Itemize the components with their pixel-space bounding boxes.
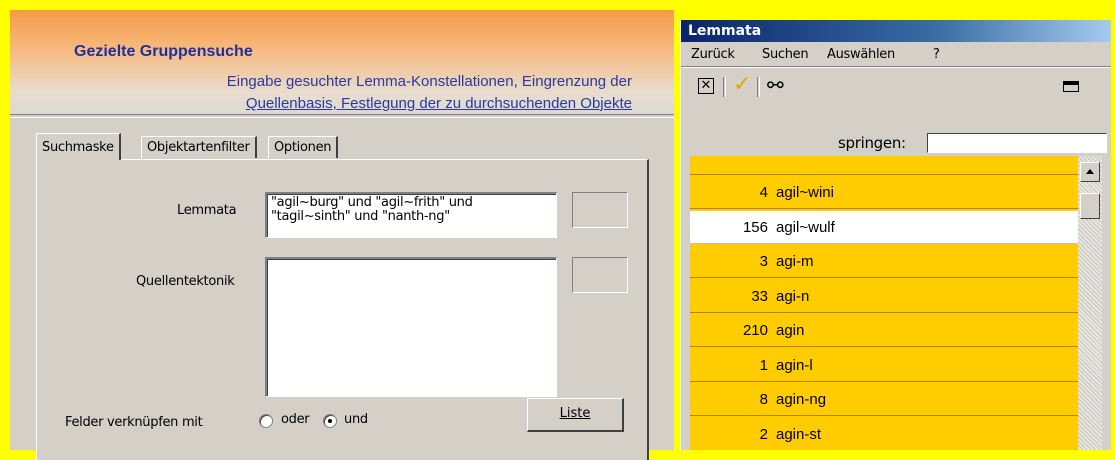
lemmata-value-line2: "tagil~sinth" und "nanth-ng" [271,209,450,224]
scroll-up-button[interactable] [1080,162,1100,182]
list-item[interactable]: 33 agi-n [690,279,1078,313]
list-item-count: 1 [759,356,768,374]
radio-selected-dot [328,419,332,423]
tab-objektartenfilter[interactable]: Objektartenfilter [141,136,257,158]
list-item-lemma: agi-n [776,287,810,305]
list-item-count: 4 [759,184,768,201]
liste-button[interactable]: Liste [527,398,624,432]
lemmata-side-box [572,192,628,228]
lemma-list[interactable]: 4 agil~wini 156 agil~wulf 3 agi-m 33 agi-n 210 ag… [690,156,1078,450]
lemmata-label: Lemmata [177,203,237,218]
radio-und-label[interactable]: und [344,412,368,427]
list-item[interactable]: 156 agil~wulf [690,210,1078,244]
list-item-count: 210 [742,322,768,339]
list-item-lemma: agin-ng [776,391,827,408]
springen-input[interactable] [927,133,1107,153]
toolbar: ✕ ✓ ⚯ [681,68,1111,104]
radio-oder[interactable] [259,414,273,428]
quellentektonik-side-box [572,257,628,293]
quellentektonik-input[interactable] [265,257,557,397]
panel-description-line1: Eingabe gesuchter Lemma-Konstellationen,… [226,73,632,90]
toolbar-separator [757,77,760,97]
list-item[interactable]: 1 agin-l [690,348,1078,382]
list-item-count: 3 [759,253,768,270]
list-item-count: 156 [742,218,768,236]
toolbar-separator [723,77,726,97]
tab-suchmaske[interactable]: Suchmaske [36,133,121,160]
arrow-up-icon [1086,169,1094,174]
close-icon[interactable]: ✕ [698,78,714,94]
menu-zurueck[interactable]: Zurück [691,47,735,62]
springen-label: springen: [838,134,906,152]
header-divider [10,114,674,118]
list-item-lemma: agil~wulf [776,218,835,236]
radio-und[interactable] [323,414,337,428]
list-item-lemma: agin-st [776,425,822,443]
list-item[interactable]: 2 agin-st [690,417,1078,450]
vertical-scrollbar[interactable] [1078,156,1102,450]
list-item-partial[interactable] [690,156,1078,175]
felder-verknuepfen-label: Felder verknüpfen mit [65,415,203,430]
list-item[interactable]: 3 agi-m [690,245,1078,278]
radio-oder-label[interactable]: oder [281,412,310,427]
panel-title: Gezielte Gruppensuche [74,43,253,60]
window-toggle-icon[interactable] [1063,81,1079,92]
menu-auswaehlen[interactable]: Auswählen [827,47,895,62]
liste-button-label: Liste [559,406,591,421]
list-item[interactable]: 4 agil~wini [690,176,1078,209]
binoculars-icon[interactable]: ⚯ [767,73,784,97]
window-title: Lemmata [688,23,762,39]
menu-help[interactable]: ? [933,47,940,62]
lemmata-value-line1: "agil~burg" und "agil~frith" und [271,195,473,210]
scroll-thumb[interactable] [1080,193,1100,219]
list-item-lemma: agil~wini [776,184,834,201]
tab-optionen[interactable]: Optionen [268,136,339,158]
list-item-lemma: agi-m [776,253,814,270]
menu-bar: Zurück Suchen Auswählen ? [681,42,1111,66]
list-item-lemma: agin [776,322,805,339]
quellentektonik-label: Quellentektonik [136,274,235,289]
check-icon[interactable]: ✓ [733,72,751,97]
list-item-lemma: agin-l [776,356,813,374]
list-item-count: 2 [759,425,768,443]
list-item-count: 33 [751,287,768,305]
list-item-count: 8 [759,391,768,408]
list-item[interactable]: 8 agin-ng [690,383,1078,416]
panel-description-line2: Quellenbasis, Festlegung der zu durchsuc… [245,95,632,112]
lemmata-input[interactable]: "agil~burg" und "agil~frith" und "tagil~… [265,192,557,238]
menu-suchen[interactable]: Suchen [762,47,809,62]
list-item[interactable]: 210 agin [690,314,1078,347]
title-bar[interactable]: Lemmata [681,20,1111,42]
